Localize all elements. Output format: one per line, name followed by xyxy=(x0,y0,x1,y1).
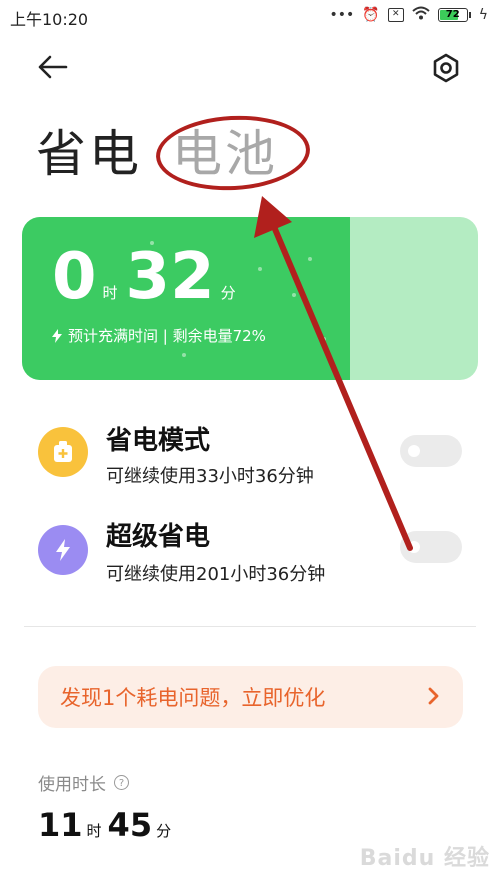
wifi-icon xyxy=(412,6,430,24)
charge-subtitle: 预计充满时间 | 剩余电量72% xyxy=(52,325,266,346)
divider xyxy=(24,626,476,627)
mode-subtitle: 可继续使用201小时36分钟 xyxy=(106,564,326,585)
issue-text: 发现1个耗电问题，立即优化 xyxy=(60,686,326,710)
charge-time: 0 时 32 分 xyxy=(52,245,244,309)
status-time: 上午10:20 xyxy=(10,10,89,29)
power-saving-mode-row[interactable]: 省电模式 可继续使用33小时36分钟 xyxy=(38,420,464,490)
charge-minutes: 32 xyxy=(125,240,215,314)
usage-duration-label: 使用时长 ? xyxy=(38,770,129,795)
usage-minutes-unit: 分 xyxy=(156,822,172,840)
mode-title: 超级省电 xyxy=(106,522,211,552)
back-button[interactable] xyxy=(36,52,72,82)
battery-indicator: 72 xyxy=(437,8,471,22)
usage-minutes: 45 xyxy=(107,806,153,844)
sim-off-icon: ✕ xyxy=(387,8,404,22)
usage-hours: 11 xyxy=(38,806,83,844)
battery-level-text: 72 xyxy=(445,9,460,20)
watermark: Baidu 经验 xyxy=(359,846,490,871)
battery-status-card: 0 时 32 分 预计充满时间 | 剩余电量72% xyxy=(22,217,478,380)
battery-plus-icon xyxy=(38,427,88,477)
bolt-icon xyxy=(52,328,62,343)
charge-hours: 0 xyxy=(52,240,97,314)
settings-button[interactable] xyxy=(430,52,462,84)
ultra-power-saving-row[interactable]: 超级省电 可继续使用201小时36分钟 xyxy=(38,516,464,586)
usage-hours-unit: 时 xyxy=(86,822,102,840)
charge-minutes-unit: 分 xyxy=(220,284,236,302)
mode-subtitle: 可继续使用33小时36分钟 xyxy=(106,466,314,487)
help-icon[interactable]: ? xyxy=(114,775,129,790)
gear-icon xyxy=(433,53,459,83)
usage-duration-value: 11 时 45 分 xyxy=(38,806,177,844)
status-icons: ••• ⏰ ✕ 72 ϟ xyxy=(330,6,488,24)
mode-title: 省电模式 xyxy=(106,426,211,456)
alarm-icon: ⏰ xyxy=(362,7,380,23)
optimize-issue-button[interactable]: 发现1个耗电问题，立即优化 xyxy=(38,666,463,728)
back-arrow-icon xyxy=(38,55,68,79)
power-saving-toggle[interactable] xyxy=(400,435,462,467)
ultra-power-saving-toggle[interactable] xyxy=(400,531,462,563)
chevron-right-icon xyxy=(428,687,439,705)
title-active: 省电 xyxy=(36,125,142,183)
charge-subtitle-text: 预计充满时间 | 剩余电量72% xyxy=(68,327,266,345)
lightning-icon xyxy=(38,525,88,575)
usage-label-text: 使用时长 xyxy=(38,775,106,795)
charging-bolt-icon: ϟ xyxy=(478,7,488,23)
charge-hours-unit: 时 xyxy=(102,284,118,302)
more-dots-icon: ••• xyxy=(329,7,355,23)
